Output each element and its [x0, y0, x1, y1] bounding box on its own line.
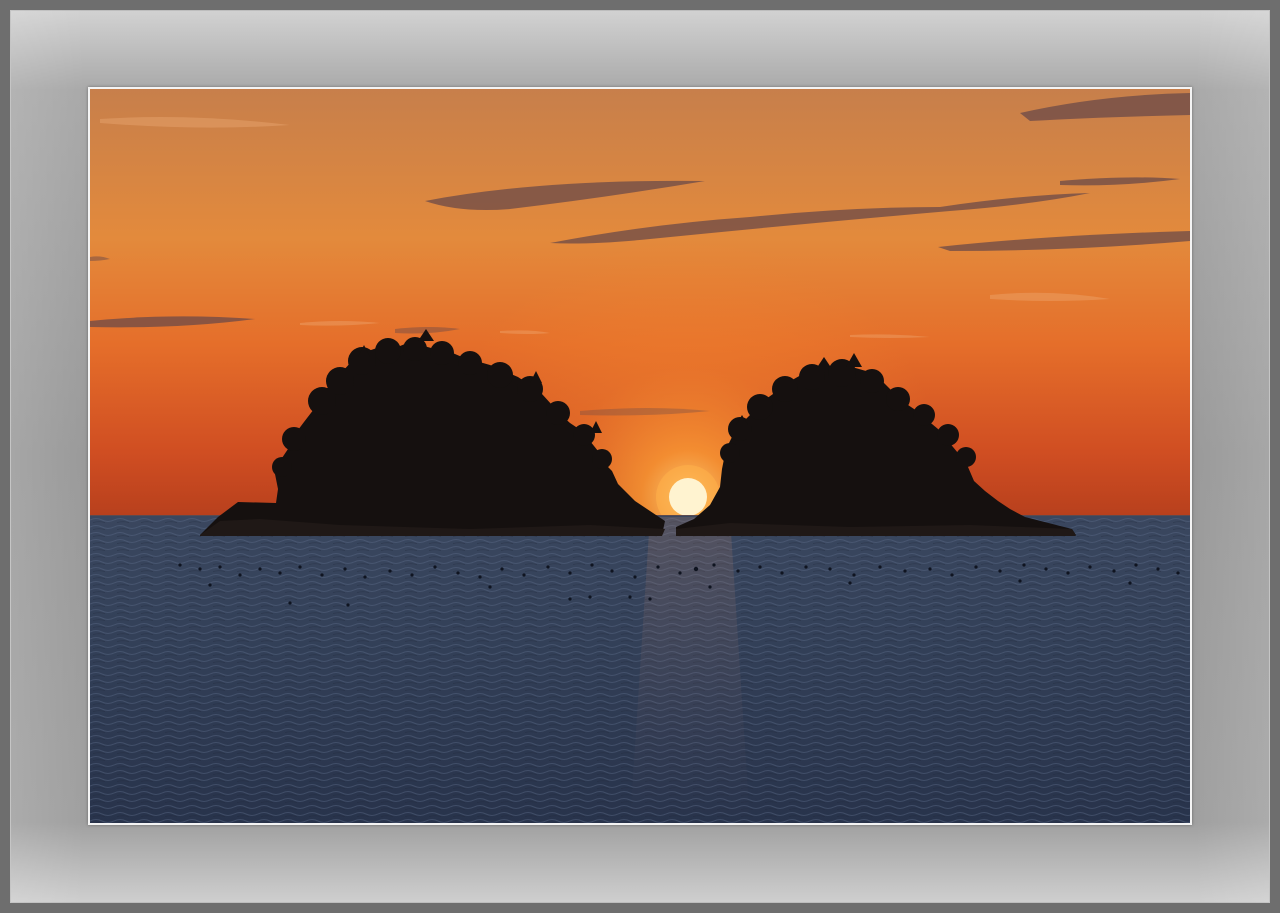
sun-reflection — [630, 517, 750, 823]
sun-glow — [90, 89, 1190, 516]
sunset-scene — [90, 89, 1190, 823]
sun — [669, 478, 707, 516]
sunset-photo — [90, 89, 1190, 823]
